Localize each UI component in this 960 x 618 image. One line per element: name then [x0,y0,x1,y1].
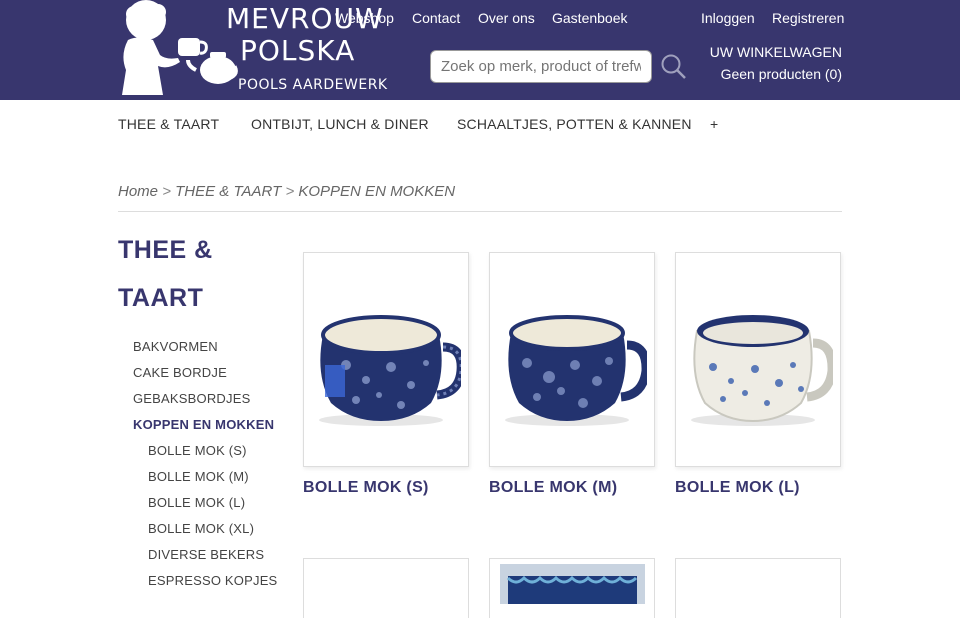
site-header: MEVROUW POLSKA POOLS AARDEWERK Webshop C… [0,0,960,100]
product-name[interactable]: BOLLE MOK (S) [303,479,469,497]
sidebar-subitem-bolle-mok-xl[interactable]: BOLLE MOK (XL) [148,521,254,536]
nav-schaaltjes-potten-kannen[interactable]: SCHAALTJES, POTTEN & KANNEN [457,116,692,132]
breadcrumb-separator: > [162,183,171,200]
toplink-gastenboek[interactable]: Gastenboek [552,10,628,26]
breadcrumb-current[interactable]: KOPPEN EN MOKKEN [298,183,455,200]
product-card[interactable] [489,558,655,618]
sidebar-subitem-bolle-mok-s[interactable]: BOLLE MOK (S) [148,443,247,458]
breadcrumb-home[interactable]: Home [118,183,158,200]
search-input[interactable] [430,50,652,83]
breadcrumb-divider [118,211,842,212]
breadcrumb: Home > THEE & TAART > KOPPEN EN MOKKEN [118,183,455,200]
product-card[interactable]: BOLLE MOK (M) [489,252,655,497]
sidebar-item-cake-bordje[interactable]: CAKE BORDJE [133,365,227,380]
register-link[interactable]: Registreren [772,10,844,26]
product-image[interactable] [675,252,841,467]
sidebar-subitem-diverse-bekers[interactable]: DIVERSE BEKERS [148,547,264,562]
cart-link[interactable]: UW WINKELWAGEN [710,44,842,60]
sidebar-item-bakvormen[interactable]: BAKVORMEN [133,339,218,354]
main-navigation: THEE & TAART ONTBIJT, LUNCH & DINER SCHA… [118,116,842,136]
product-image[interactable] [500,564,645,604]
search-icon[interactable] [660,53,688,81]
nav-more-button[interactable]: + [710,116,718,132]
login-link[interactable]: Inloggen [701,10,755,26]
category-title: THEE & TAART [118,236,213,312]
toplink-over-ons[interactable]: Over ons [478,10,535,26]
product-card[interactable]: BOLLE MOK (L) [675,252,841,497]
sidebar-subitem-espresso-kopjes[interactable]: ESPRESSO KOPJES [148,573,277,588]
logo-silhouette-icon [122,0,238,95]
product-image[interactable] [489,252,655,467]
toplink-contact[interactable]: Contact [412,10,460,26]
logo-line-2: POLSKA [240,34,356,67]
product-card[interactable]: BOLLE MOK (S) [303,252,469,497]
sidebar-subitem-bolle-mok-m[interactable]: BOLLE MOK (M) [148,469,249,484]
logo-tagline: POOLS AARDEWERK [238,77,388,93]
product-image[interactable] [303,252,469,467]
sidebar-subitem-bolle-mok-l[interactable]: BOLLE MOK (L) [148,495,245,510]
cart-status[interactable]: Geen producten (0) [721,66,842,82]
product-name[interactable]: BOLLE MOK (L) [675,479,841,497]
product-card[interactable] [303,558,469,618]
sidebar-item-koppen-en-mokken[interactable]: KOPPEN EN MOKKEN [133,417,274,432]
sidebar-item-gebaksbordjes[interactable]: GEBAKSBORDJES [133,391,250,406]
nav-thee-taart[interactable]: THEE & TAART [118,116,219,132]
product-name[interactable]: BOLLE MOK (M) [489,479,655,497]
breadcrumb-separator: > [285,183,295,200]
breadcrumb-category[interactable]: THEE & TAART [175,183,281,200]
toplink-webshop[interactable]: Webshop [335,10,394,26]
product-card[interactable] [675,558,841,618]
nav-ontbijt-lunch-diner[interactable]: ONTBIJT, LUNCH & DINER [251,116,429,132]
